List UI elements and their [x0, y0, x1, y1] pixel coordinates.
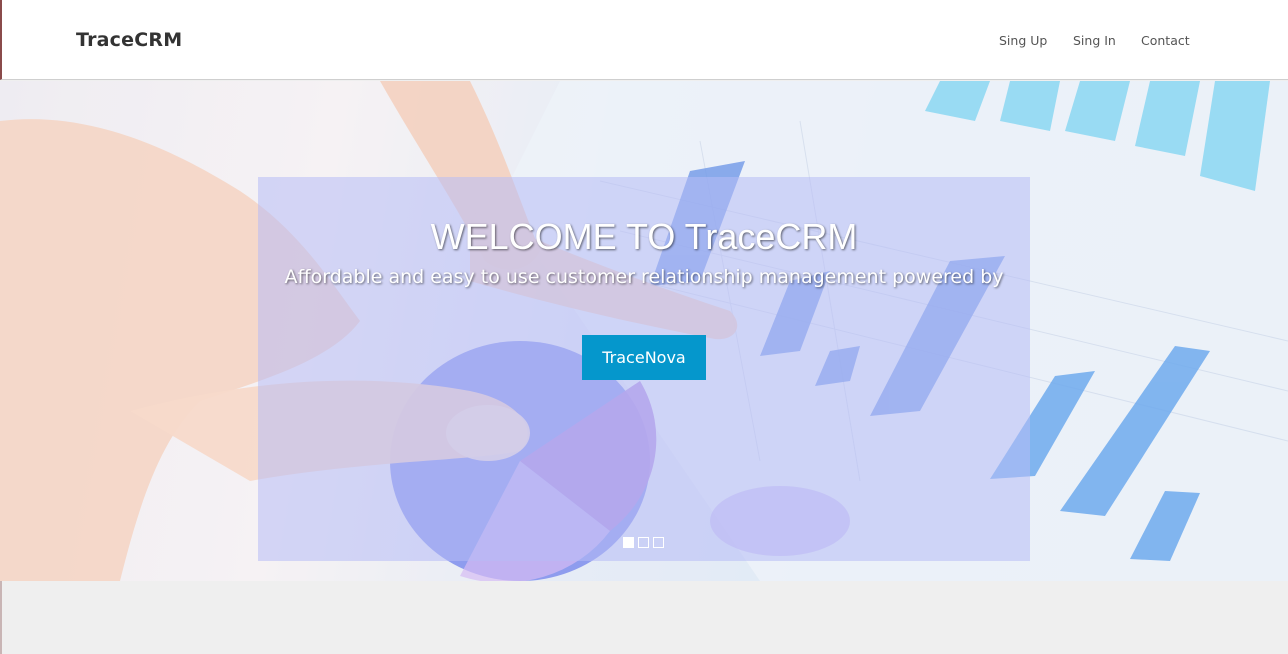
hero-subtitle: Affordable and easy to use customer rela…	[284, 266, 1004, 288]
carousel-indicator-3[interactable]	[653, 537, 664, 548]
hero-caption-panel: WELCOME TO TraceCRM Affordable and easy …	[258, 177, 1030, 561]
hero-title: WELCOME TO TraceCRM	[430, 216, 858, 257]
brand-logo[interactable]: TraceCRM	[76, 29, 182, 51]
carousel-indicator-2[interactable]	[638, 537, 649, 548]
tracenova-button[interactable]: TraceNova	[582, 335, 706, 380]
top-navbar: TraceCRM Sing Up Sing In Contact	[0, 0, 1288, 80]
hero-carousel: WELCOME TO TraceCRM Affordable and easy …	[0, 81, 1288, 581]
content-area	[0, 581, 1288, 654]
nav-link-sign-up[interactable]: Sing Up	[999, 33, 1047, 48]
nav-link-contact[interactable]: Contact	[1141, 33, 1190, 48]
nav-link-sign-in[interactable]: Sing In	[1073, 33, 1116, 48]
carousel-indicators	[623, 537, 664, 549]
carousel-indicator-1[interactable]	[623, 537, 634, 548]
